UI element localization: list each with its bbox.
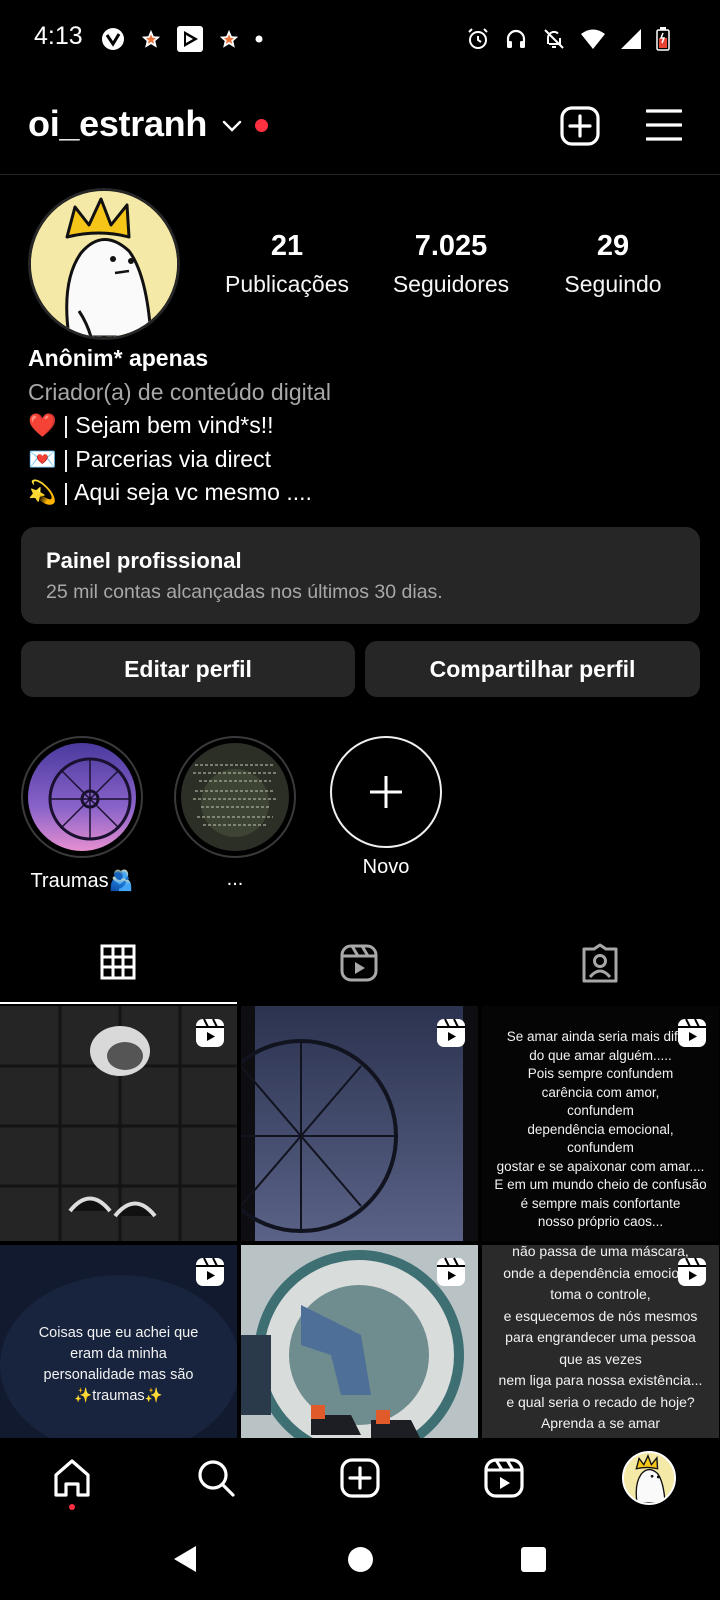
profile-name: Anônim* apenas <box>28 345 209 371</box>
play-store-icon <box>177 26 203 52</box>
search-icon[interactable] <box>196 1458 236 1498</box>
stat-followers-value: 7.025 <box>414 230 488 262</box>
reel-icon <box>437 1018 465 1047</box>
active-tab-indicator <box>0 1002 237 1004</box>
reel-icon <box>678 1018 706 1047</box>
professional-dashboard[interactable]: Painel profissional 25 mil contas alcanç… <box>21 527 700 624</box>
reel-icon <box>196 1018 224 1047</box>
highlight-traumas-label: Traumas🫂 <box>30 870 134 892</box>
dashboard-subtitle: 25 mil contas alcançadas nos últimos 30 … <box>46 581 443 603</box>
battery-icon <box>656 27 670 51</box>
bio-line-1: ❤️ | Sejam bem vind*s!! <box>28 412 274 438</box>
tagged-tab-icon[interactable] <box>580 943 620 983</box>
username: oi_estranh <box>28 103 208 144</box>
heart-emoji-icon: ❤️ <box>28 412 57 438</box>
profile-bio: Anônim* apenas Criador(a) de conteúdo di… <box>28 342 331 510</box>
app-notification-icon <box>102 28 124 50</box>
star-icon-2 <box>219 29 239 48</box>
plus-icon <box>370 776 402 808</box>
reels-tab-icon[interactable] <box>340 944 378 982</box>
share-profile-button[interactable]: Compartilhar perfil <box>365 641 700 697</box>
love-letter-emoji-icon: 💌 <box>28 445 57 472</box>
signal-icon <box>621 29 641 49</box>
highlight-text-label: ... <box>226 868 244 890</box>
post-3-caption: Se amar ainda seria mais difícil do que … <box>494 1029 707 1229</box>
edit-profile-button[interactable]: Editar perfil <box>21 641 355 697</box>
bio-line-2: 💌 | Parcerias via direct <box>28 445 271 472</box>
highlight-text[interactable] <box>174 736 296 858</box>
create-icon[interactable] <box>340 1458 380 1498</box>
alarm-icon <box>468 28 488 49</box>
bottom-navigation <box>0 1438 720 1518</box>
status-time: 4:13 <box>34 22 83 50</box>
status-bar: 4:13 <box>0 0 720 78</box>
profile-avatar[interactable] <box>28 188 180 340</box>
reel-icon <box>196 1257 224 1286</box>
stat-posts[interactable]: 21 Publicações <box>212 230 362 298</box>
stat-following-value: 29 <box>596 230 630 262</box>
headphones-icon <box>506 29 526 48</box>
post-thumbnail-3[interactable]: Se amar ainda seria mais difícil do que … <box>482 1006 719 1241</box>
dot-icon <box>255 35 263 43</box>
chevron-down-icon <box>222 120 242 132</box>
post-thumbnail-1[interactable] <box>0 1006 237 1241</box>
stat-following[interactable]: 29 Seguindo <box>538 230 688 298</box>
header-divider <box>0 174 720 175</box>
recents-icon[interactable] <box>521 1547 546 1572</box>
stat-followers-label: Seguidores <box>392 271 510 297</box>
profile-nav-avatar[interactable] <box>622 1451 676 1505</box>
stat-followers[interactable]: 7.025 Seguidores <box>376 230 526 298</box>
stat-posts-value: 21 <box>270 230 304 262</box>
mute-icon <box>544 29 564 49</box>
bio-line-3: 💫 | Aqui seja vc mesmo .... <box>28 479 312 505</box>
dashboard-title: Painel profissional <box>46 548 242 573</box>
wifi-icon <box>581 29 605 49</box>
system-navigation <box>0 1518 720 1600</box>
back-icon[interactable] <box>172 1544 198 1574</box>
grid-tab-icon[interactable] <box>100 944 136 980</box>
account-switcher[interactable]: oi_estranh <box>28 100 269 148</box>
create-post-icon[interactable] <box>560 106 600 146</box>
dizzy-emoji-icon: 💫 <box>28 479 57 505</box>
highlight-traumas[interactable] <box>21 736 143 858</box>
menu-icon[interactable] <box>646 108 682 142</box>
stat-following-label: Seguindo <box>564 271 662 297</box>
reel-icon <box>437 1257 465 1286</box>
home-button-icon[interactable] <box>348 1547 373 1572</box>
home-active-dot <box>69 1504 75 1510</box>
stat-posts-label: Publicações <box>224 271 350 297</box>
profile-category: Criador(a) de conteúdo digital <box>28 378 332 405</box>
reel-icon <box>678 1257 706 1286</box>
star-icon <box>141 29 161 48</box>
new-highlight-label: Novo <box>362 856 410 878</box>
new-highlight-button[interactable] <box>330 736 442 848</box>
post-4-caption: Coisas que eu achei que eram da minha pe… <box>38 1325 199 1404</box>
post-thumbnail-2[interactable] <box>241 1006 478 1241</box>
system-status-icons <box>466 24 670 54</box>
notification-icons <box>100 24 264 54</box>
reels-icon[interactable] <box>484 1458 524 1498</box>
notification-dot <box>255 118 269 132</box>
home-icon[interactable] <box>52 1458 92 1498</box>
